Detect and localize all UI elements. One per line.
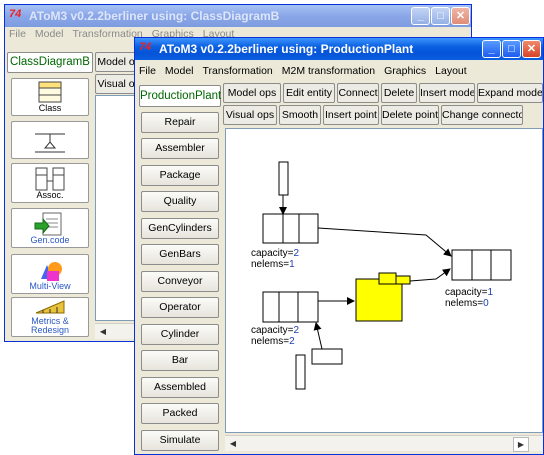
palette-packed-button[interactable]: Packed [141,403,219,424]
class-label: Class [38,103,62,113]
assembler-node[interactable] [355,272,411,322]
delete-button[interactable]: Delete [381,83,417,103]
menu-graphics[interactable]: Graphics [380,64,431,77]
change-connector-button[interactable]: Change connector [441,105,523,125]
conveyor1-node[interactable] [262,213,319,244]
back-canvas[interactable] [95,95,135,321]
atom3-app-icon: 74 [139,41,152,53]
menu-file[interactable]: File [5,27,31,40]
front-menu-bar: File Model Transformation M2M transformatio… [135,64,543,80]
front-window-title: AToM3 v0.2.2berliner using: ProductionPl… [159,42,414,56]
palette-conveyor-button[interactable]: Conveyor [141,271,219,292]
conveyor2-node[interactable] [262,291,319,323]
scroll-left-icon[interactable]: ◀ [226,437,240,450]
gen-code-label: Gen.code [30,235,70,245]
palette-cylinder-button[interactable]: Cylinder [141,324,219,345]
menu-model[interactable]: Model [31,27,69,40]
cylinder-node[interactable] [295,354,306,390]
inheritance-icon [35,133,65,153]
assembler-to-conveyor3-link [409,268,451,282]
palette-inheritance-button[interactable] [11,121,89,159]
minimize-button[interactable]: _ [482,40,501,58]
close-button[interactable]: ✕ [522,40,541,58]
genbars-to-conveyor2-link [313,322,323,350]
metrics-label: Metrics & Redesign [30,316,70,335]
palette-repair-button[interactable]: Repair [141,112,219,133]
conveyor3-node[interactable] [451,249,512,281]
model-canvas[interactable]: capacity=2 nelems=1 capacity=2 nelems=2 … [225,128,543,433]
back-title-bar[interactable]: 74 AToM3 v0.2.2berliner using: ClassDiag… [5,5,471,27]
palette-package-button[interactable]: Package [141,165,219,186]
palette-gen-code-button[interactable]: Gen.code [11,208,89,248]
palette-quality-button[interactable]: Quality [141,191,219,212]
palette-bar-button[interactable]: Bar [141,350,219,371]
menu-layout[interactable]: Layout [431,64,472,77]
maximize-button[interactable]: □ [502,40,521,58]
menu-m2m-transformation[interactable]: M2M transformation [278,64,380,77]
back-window-title: AToM3 v0.2.2berliner using: ClassDiagram… [29,9,280,23]
edit-entity-button[interactable]: Edit entity [283,83,335,103]
atom3-app-icon: 74 [9,8,22,20]
palette-operator-button[interactable]: Operator [141,297,219,318]
menu-model[interactable]: Model [161,64,199,77]
production-diagram [262,161,512,390]
back-horizontal-scrollbar[interactable]: ◀ [95,323,135,339]
palette-assembler-button[interactable]: Assembler [141,138,219,159]
palette-class-button[interactable]: Class [11,78,89,116]
conveyor3-attributes: capacity=1 nelems=0 [445,287,494,309]
close-button[interactable]: ✕ [451,7,470,25]
scroll-right-icon[interactable]: ▶ [513,437,529,452]
assoc-label: Assoc. [36,190,64,200]
front-horizontal-scrollbar[interactable]: ◀ ▶ [225,435,543,452]
tab-class-diagram[interactable]: ClassDiagramB [7,52,93,73]
menu-transformation[interactable]: Transformation [199,64,278,77]
menu-file[interactable]: File [135,64,161,77]
conveyor2-attributes: capacity=2 nelems=2 [251,325,300,347]
insert-model-button[interactable]: Insert model [419,83,475,103]
multi-view-label: Multi-View [29,281,71,291]
class-icon [38,81,62,103]
palette-assembled-button[interactable]: Assembled [141,377,219,398]
palette-metrics-button[interactable]: Metrics & Redesign [11,297,89,337]
visual-ops-button[interactable]: Visual ops [223,105,277,125]
palette-assoc-button[interactable]: Assoc. [11,163,89,203]
conveyor1-attributes: capacity=2 nelems=1 [251,248,300,270]
minimize-button[interactable]: _ [411,7,430,25]
smooth-button[interactable]: Smooth [279,105,321,125]
genbars-node[interactable] [311,348,343,365]
metrics-icon [35,300,65,314]
scroll-left-icon[interactable]: ◀ [96,325,110,338]
gencylinders-node[interactable] [278,161,289,196]
palette-gencylinders-button[interactable]: GenCylinders [141,218,219,239]
conveyor1-to-conveyor3-link [317,227,452,257]
model-ops-button[interactable]: Model ops [223,83,281,103]
insert-point-button[interactable]: Insert point [323,105,379,125]
maximize-button[interactable]: □ [431,7,450,25]
connect-button[interactable]: Connect [337,83,379,103]
front-title-bar[interactable]: 74 AToM3 v0.2.2berliner using: Productio… [135,38,543,60]
tab-production-plant[interactable]: ProductionPlant [139,85,221,107]
production-plant-window[interactable]: 74 AToM3 v0.2.2berliner using: Productio… [134,37,544,455]
palette-simulate-button[interactable]: Simulate [141,430,219,451]
expand-model-button[interactable]: Expand model [477,83,543,103]
palette-genbars-button[interactable]: GenBars [141,244,219,265]
delete-point-button[interactable]: Delete point [381,105,439,125]
palette-multi-view-button[interactable]: Multi-View [11,254,89,294]
